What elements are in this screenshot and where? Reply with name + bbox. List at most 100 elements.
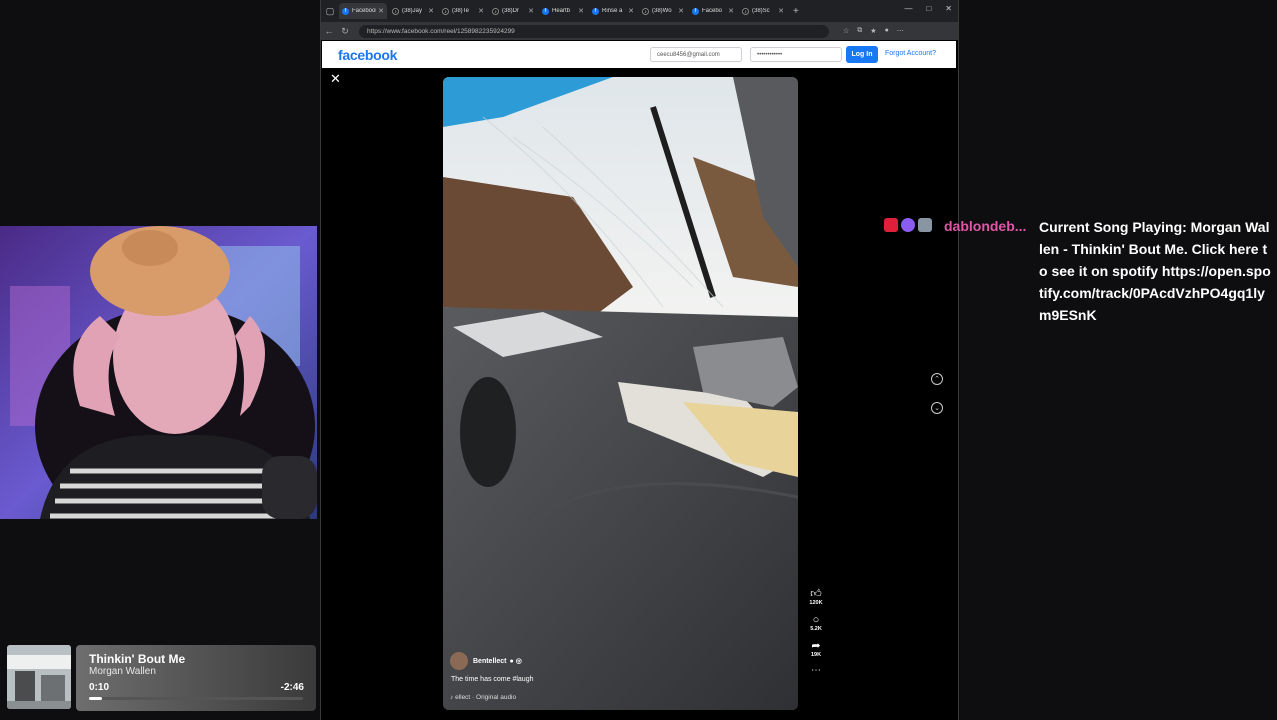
comment-icon: ○ (812, 614, 820, 626)
next-reel-icon[interactable]: ⌄ (931, 402, 943, 414)
progress-bar (89, 697, 303, 700)
share-icon: ➦ (811, 640, 821, 652)
facebook-icon: f (542, 7, 549, 15)
player-info: Thinkin' Bout Me Morgan Wallen 0:10 -2:4… (76, 645, 316, 711)
reel-audio[interactable]: ♪ ellect · Original audio (450, 694, 780, 701)
email-field[interactable]: ceecu8456@gmail.com (650, 47, 742, 62)
comment-count: 5.2K (810, 626, 822, 632)
chat-badges (884, 218, 932, 232)
song-title: Thinkin' Bout Me (89, 652, 186, 666)
extensions-icon[interactable]: ⧉ (857, 27, 862, 35)
facebook-icon: f (592, 7, 599, 15)
tab-bar: ▢ f Facebook ✕ ♪ (38)Jay ✕ ♪ (38)Te ✕ ♪ (38)Dr ✕ f He… (321, 0, 958, 22)
webcam-feed (0, 226, 317, 519)
maximize-icon[interactable]: □ (926, 4, 931, 13)
author-name[interactable]: Bentellect (473, 658, 506, 665)
chat-username[interactable]: dablondeb... (944, 218, 1026, 234)
menu-icon[interactable]: ⋯ (897, 27, 904, 35)
profile-icon[interactable]: ● (885, 27, 889, 35)
subscriber-badge-icon (901, 218, 915, 232)
remaining-time: -2:46 (280, 682, 304, 693)
facebook-icon: f (692, 7, 699, 15)
browser-tab[interactable]: ♪ (38)Te ✕ (439, 3, 487, 19)
more-options-icon[interactable]: ⋯ (806, 666, 826, 676)
browser-tab[interactable]: ♪ (38)Sc ✕ (739, 3, 787, 19)
close-tab-icon[interactable]: ✕ (628, 7, 634, 15)
tiktok-icon: ♪ (742, 7, 749, 15)
author-avatar[interactable] (450, 652, 468, 670)
album-art-image (7, 645, 71, 709)
thumbs-up-icon: 👍︎ (810, 588, 822, 600)
verified-icon: ● (509, 657, 514, 665)
bookmark-icon[interactable]: ☆ (843, 27, 849, 35)
comment-button[interactable]: ○ 5.2K (806, 614, 826, 632)
browser-tab[interactable]: ♪ (38)Dr ✕ (489, 3, 537, 19)
tiktok-icon: ♪ (642, 7, 649, 15)
tab-label: (38)Wo (652, 8, 672, 14)
new-tab-button[interactable]: + (793, 6, 799, 17)
tab-label: Rinse a (602, 8, 623, 14)
reel-author[interactable]: Bentellect ● ◎ (450, 652, 780, 670)
tab-label: (38)Sc (752, 8, 770, 14)
tab-label: (38)Jay (402, 8, 423, 14)
forgot-account-link[interactable]: Forgot Account? (885, 50, 936, 57)
tab-label: Facebook (352, 8, 377, 14)
share-count: 19K (810, 652, 822, 658)
window-controls: — □ ✕ (904, 4, 952, 13)
minimize-icon[interactable]: — (904, 4, 912, 13)
tiktok-icon: ♪ (492, 7, 499, 15)
browser-tab[interactable]: f Facebo ✕ (689, 3, 737, 19)
video-badge-icon (884, 218, 898, 232)
streamer-camera (0, 226, 317, 519)
bits-badge-icon (918, 218, 932, 232)
previous-reel-icon[interactable]: ⌃ (931, 373, 943, 385)
reel-description: The time has come #laugh (451, 676, 534, 683)
close-reel-icon[interactable]: ✕ (330, 71, 341, 87)
back-icon[interactable]: ← (321, 26, 337, 36)
reel-video[interactable] (443, 77, 798, 710)
reel-actions: 👍︎ 120K ○ 5.2K ➦ 19K ⋯ (806, 588, 826, 676)
share-button[interactable]: ➦ 19K (806, 640, 826, 658)
close-window-icon[interactable]: ✕ (945, 4, 952, 13)
close-tab-icon[interactable]: ✕ (578, 7, 584, 15)
tab-label: Heartb (552, 8, 571, 14)
tiktok-icon: ♪ (392, 7, 399, 15)
close-tab-icon[interactable]: ✕ (528, 7, 534, 15)
tab-label: (38)Dr (502, 8, 520, 14)
address-bar-row: ← ↻ https://www.facebook.com/reel/125898… (321, 22, 958, 40)
login-button[interactable]: Log In (846, 46, 878, 63)
refresh-icon[interactable]: ↻ (337, 26, 353, 37)
reel-caption: Bentellect ● ◎ The time has come #laugh … (450, 652, 780, 701)
favorites-icon[interactable]: ★ (870, 27, 876, 35)
browser-tab[interactable]: ♪ (38)Jay ✕ (389, 3, 437, 19)
browser-tab[interactable]: f Rinse a ✕ (589, 3, 637, 19)
browser-tab[interactable]: f Facebook ✕ (339, 3, 387, 19)
like-button[interactable]: 👍︎ 120K (806, 588, 826, 606)
facebook-logo[interactable]: facebook (338, 47, 397, 63)
facebook-icon: f (342, 7, 349, 15)
browser-tab[interactable]: f Heartb ✕ (539, 3, 587, 19)
close-tab-icon[interactable]: ✕ (378, 7, 384, 15)
globe-icon: ◎ (515, 658, 522, 665)
elapsed-time: 0:10 (89, 682, 110, 693)
album-art (7, 645, 71, 709)
facebook-header: facebook ceecu8456@gmail.com •••••••••••… (322, 41, 956, 68)
tab-label: (38)Te (452, 8, 470, 14)
like-count: 120K (809, 600, 823, 606)
address-bar[interactable]: https://www.facebook.com/reel/1258982235… (359, 24, 829, 38)
video-frame (443, 77, 798, 710)
close-tab-icon[interactable]: ✕ (678, 7, 684, 15)
progress-fill (89, 697, 102, 700)
close-tab-icon[interactable]: ✕ (778, 7, 784, 15)
close-tab-icon[interactable]: ✕ (428, 7, 434, 15)
tiktok-icon: ♪ (442, 7, 449, 15)
browser-tab[interactable]: ♪ (38)Wo ✕ (639, 3, 687, 19)
close-tab-icon[interactable]: ✕ (728, 7, 734, 15)
chat-text: Current Song Playing: Morgan Wallen - Th… (1039, 219, 1271, 323)
tab-actions-icon[interactable]: ▢ (321, 0, 339, 22)
now-playing-widget: Thinkin' Bout Me Morgan Wallen 0:10 -2:4… (4, 645, 316, 711)
close-tab-icon[interactable]: ✕ (478, 7, 484, 15)
tab-label: Facebo (702, 8, 723, 14)
song-artist: Morgan Wallen (89, 666, 156, 677)
password-field[interactable]: •••••••••••• (750, 47, 842, 62)
